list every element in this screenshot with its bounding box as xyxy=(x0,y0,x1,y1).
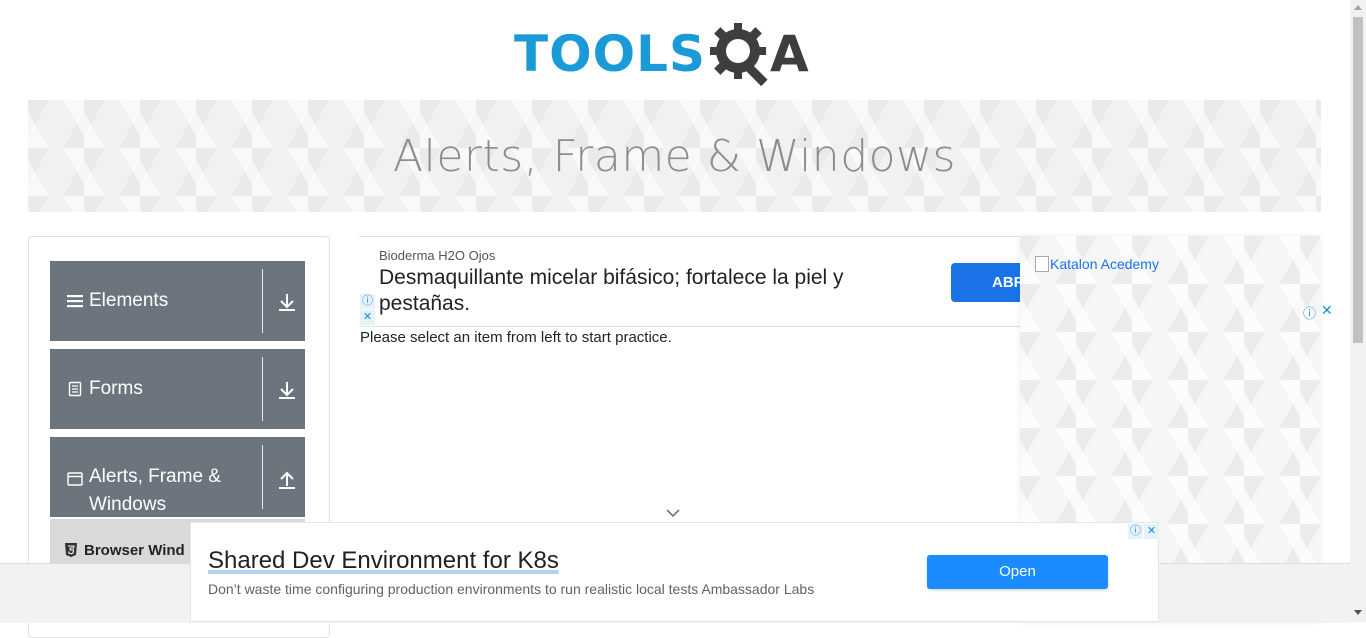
sidebar-group-label: Forms xyxy=(89,378,143,399)
page-title: Alerts, Frame & Windows xyxy=(393,130,956,182)
ad-description: Don’t waste time configuring production … xyxy=(208,581,815,597)
instruction-text: Please select an item from left to start… xyxy=(360,329,672,346)
ad-image-alt-text: Katalon Acedemy xyxy=(1050,256,1159,272)
sidebar-group-elements[interactable]: Elements xyxy=(50,261,305,341)
ad-banner-top[interactable]: Bioderma H2O Ojos Desmaquillante micelar… xyxy=(359,236,1020,327)
vertical-scrollbar[interactable] xyxy=(1350,0,1366,622)
ad-close-icon[interactable]: ✕ xyxy=(360,310,375,325)
divider xyxy=(262,269,263,333)
open-button[interactable]: Open xyxy=(927,555,1108,589)
divider xyxy=(262,357,263,421)
ad-cta-button[interactable]: ABR xyxy=(951,263,1020,302)
scroll-down-arrow-icon[interactable] xyxy=(1354,610,1362,615)
scrollbar-thumb[interactable] xyxy=(1353,17,1363,343)
ad-title[interactable]: Shared Dev Environment for K8s xyxy=(208,547,559,575)
ad-info-icon[interactable]: ⓘ xyxy=(1128,524,1143,539)
document-icon xyxy=(68,381,82,397)
ad-info-icon[interactable]: ⓘ xyxy=(1303,303,1316,322)
ad-info-icon[interactable]: ⓘ xyxy=(360,294,375,309)
ad-banner-bottom[interactable]: Shared Dev Environment for K8s Don’t was… xyxy=(190,522,1159,622)
hamburger-icon xyxy=(67,295,83,308)
ad-close-icon[interactable]: ✕ xyxy=(1321,302,1333,319)
sidebar-group-alerts-frame-windows[interactable]: Alerts, Frame & Windows xyxy=(50,437,305,517)
chevron-down-icon[interactable] xyxy=(664,506,682,520)
sidebar-group-forms[interactable]: Forms xyxy=(50,349,305,429)
html5-icon xyxy=(65,543,77,557)
sidebar-group-label: Alerts, Frame & Windows xyxy=(89,466,221,515)
broken-image-icon xyxy=(1035,256,1049,272)
download-arrow-icon[interactable] xyxy=(276,291,298,313)
divider xyxy=(262,445,263,509)
logo-text-tools: TOOLS xyxy=(514,25,706,83)
ad-image[interactable]: Katalon Acedemy xyxy=(1035,256,1159,272)
logo-text-a: A xyxy=(770,25,809,83)
download-arrow-icon[interactable] xyxy=(276,379,298,401)
toolsqa-logo[interactable]: TOOLS A xyxy=(514,16,844,92)
ad-close-icon[interactable]: ✕ xyxy=(1144,524,1159,539)
upload-arrow-icon[interactable] xyxy=(276,469,298,491)
ad-brand: Bioderma H2O Ojos xyxy=(379,248,496,263)
page-banner: Alerts, Frame & Windows xyxy=(28,100,1321,212)
sidebar-item-label: Browser Wind xyxy=(84,542,185,559)
ad-headline[interactable]: Desmaquillante micelar bifásico; fortale… xyxy=(379,265,919,317)
sidebar-group-label: Elements xyxy=(89,290,169,311)
window-icon xyxy=(67,472,83,486)
scroll-up-arrow-icon[interactable] xyxy=(1354,5,1362,10)
gear-magnifier-icon xyxy=(710,23,768,87)
